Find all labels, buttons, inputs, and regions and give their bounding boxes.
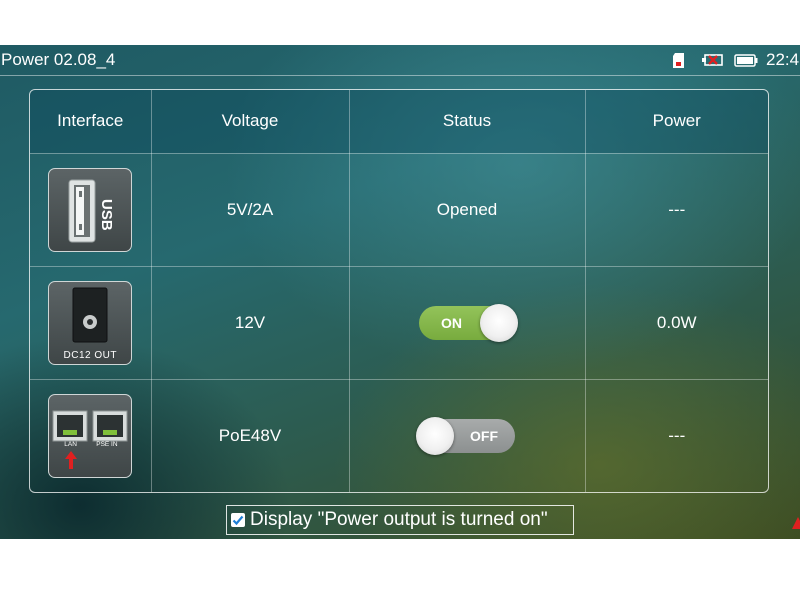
power-table: Interface Voltage Status Power USB 5V/2A… [29, 89, 769, 493]
header-interface: Interface [30, 90, 152, 154]
header-voltage: Voltage [150, 90, 350, 154]
clock: 22:4 [766, 50, 800, 69]
poe-output-toggle[interactable]: OFF [416, 416, 515, 455]
table-row-poe: LAN PSE IN PoE48V OFF --- [30, 378, 768, 492]
table-row-usb: USB 5V/2A Opened --- [30, 152, 768, 267]
power-screen: Power 02.08_4 22:4 Interface Voltage Sta… [0, 45, 800, 539]
header-status: Status [348, 90, 586, 154]
toggle-label: OFF [470, 427, 498, 444]
toggle-label: ON [441, 314, 462, 331]
usb-port-icon: USB [48, 167, 133, 252]
app-title: Power 02.08_4 [1, 50, 116, 69]
status-bar: Power 02.08_4 22:4 [0, 45, 800, 76]
voltage-cell: 5V/2A [150, 152, 350, 267]
check-icon [232, 515, 244, 526]
voltage-cell: PoE48V [150, 378, 350, 492]
notice-text: Display "Power output is turned on" [250, 509, 548, 530]
status-cell: Opened [348, 152, 586, 267]
dc12-output-toggle[interactable]: ON [419, 303, 518, 342]
power-notice-option[interactable]: Display "Power output is turned on" [226, 505, 574, 535]
power-cell: --- [584, 378, 768, 492]
poe-port-icon: LAN PSE IN [48, 393, 133, 478]
power-cell: --- [584, 152, 768, 267]
power-cell: 0.0W [584, 265, 768, 380]
table-header-row: Interface Voltage Status Power [30, 90, 768, 154]
status-cell: OFF [348, 378, 586, 492]
toggle-knob [416, 416, 454, 455]
interface-cell: USB [30, 152, 152, 267]
interface-cell: LAN PSE IN [30, 378, 152, 492]
voltage-cell: 12V [150, 265, 350, 380]
usb-label: USB [98, 198, 116, 231]
status-icons: 22:4 [673, 50, 800, 70]
network-disconnected-icon [702, 54, 723, 66]
lan-label: LAN [64, 440, 77, 448]
display-notice-checkbox[interactable] [231, 513, 245, 527]
pse-in-label: PSE IN [96, 440, 118, 448]
interface-cell: DC12 OUT [30, 265, 152, 380]
status-cell: ON [348, 265, 586, 380]
dc-port-icon: DC12 OUT [48, 280, 133, 365]
sd-card-icon [673, 52, 684, 68]
table-row-dc12: DC12 OUT 12V ON 0.0W [30, 265, 768, 380]
toggle-knob [480, 303, 518, 342]
dc-port-label: DC12 OUT [63, 349, 117, 361]
warning-icon [792, 517, 800, 529]
battery-icon [734, 53, 758, 67]
header-power: Power [584, 90, 768, 154]
